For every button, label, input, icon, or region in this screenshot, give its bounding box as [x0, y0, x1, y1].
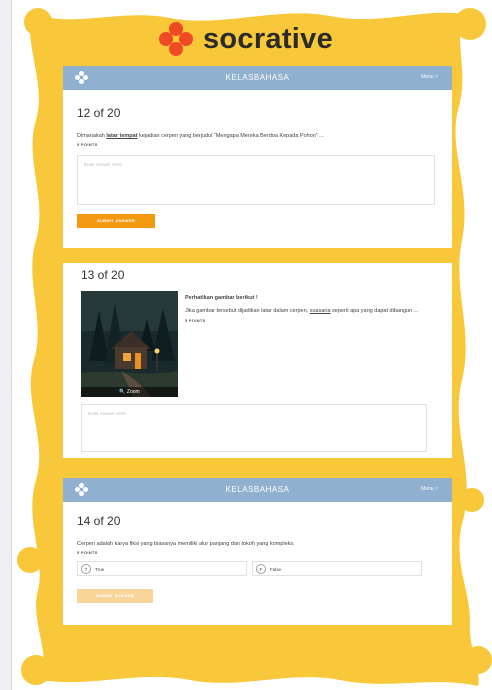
- top-bar: KELASBAHASA Menu ˅: [63, 478, 452, 502]
- menu-dropdown[interactable]: Menu ˅: [421, 74, 438, 80]
- points-label: 5 POINTS: [77, 142, 98, 148]
- menu-dropdown[interactable]: Menu ˅: [421, 486, 438, 492]
- question-text: Cerpen adalah karya fiksi yang biasanya …: [77, 541, 437, 556]
- answer-textarea[interactable]: Enter Answer Here: [81, 404, 427, 452]
- question-heading: Perhatikan gambar berikut !: [185, 295, 258, 301]
- room-name: KELASBAHASA: [225, 485, 290, 494]
- points-label: 5 POINTS: [185, 317, 206, 323]
- cabin-night-image[interactable]: 🔍 Zoom: [81, 291, 178, 397]
- socrative-logo: socrative: [0, 22, 492, 61]
- choice-key-badge: F: [256, 564, 266, 574]
- question-number: 12 of 20: [77, 106, 121, 120]
- submit-answer-button-disabled[interactable]: SUBMIT ANSWER: [77, 589, 153, 603]
- choice-label: True: [95, 567, 105, 572]
- answer-textarea[interactable]: Enter Answer Here: [77, 155, 435, 205]
- question-number: 13 of 20: [81, 268, 125, 282]
- choice-true[interactable]: T True: [77, 561, 247, 576]
- socrative-hex-icon: [158, 22, 193, 56]
- choice-false[interactable]: F False: [252, 561, 422, 576]
- logo-text: socrative: [202, 22, 334, 55]
- points-label: 5 POINTS: [77, 550, 98, 556]
- submit-answer-button[interactable]: SUBMIT ANSWER: [77, 214, 155, 228]
- question-card-14: KELASBAHASA Menu ˅ 14 of 20 Cerpen adala…: [63, 478, 452, 625]
- choice-label: False: [270, 567, 282, 572]
- question-card-13: 13 of 20 🔍 Zoom Perhatikan gambar beriku…: [63, 263, 452, 458]
- question-number: 14 of 20: [77, 514, 121, 528]
- question-text: Jika gambar tersebut dijadikan latar dal…: [185, 308, 419, 315]
- zoom-button[interactable]: 🔍 Zoom: [81, 387, 178, 397]
- question-card-12: KELASBAHASA Menu ˅ 12 of 20 Dimanakah la…: [63, 66, 452, 248]
- top-bar: KELASBAHASA Menu ˅: [63, 66, 452, 90]
- question-text: Dimanakah latar tempat kejadian cerpen y…: [77, 133, 437, 148]
- room-name: KELASBAHASA: [225, 73, 290, 82]
- question-body: Perhatikan gambar berikut ! Jika gambar …: [185, 295, 433, 323]
- choice-key-badge: T: [81, 564, 91, 574]
